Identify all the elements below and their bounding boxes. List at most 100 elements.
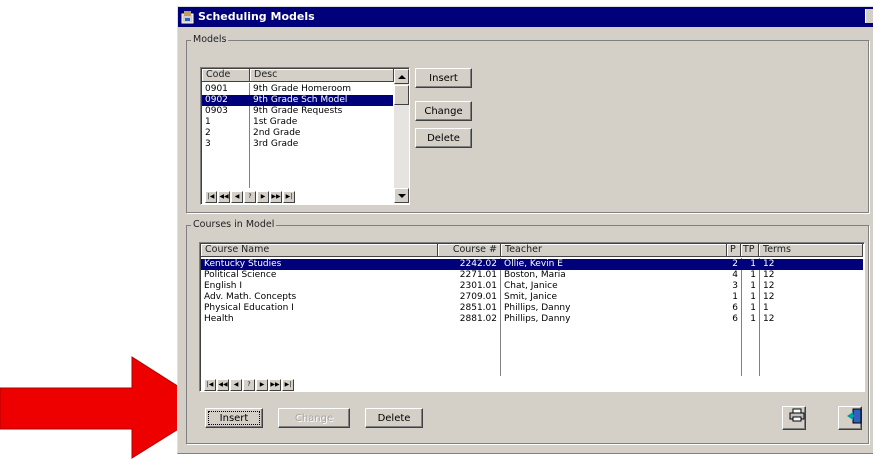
models-delete-button[interactable]: Delete — [415, 128, 472, 148]
window-title: Scheduling Models — [198, 10, 315, 23]
models-change-button[interactable]: Change — [415, 101, 472, 121]
course-period: 6 — [732, 303, 738, 313]
model-desc: 9th Grade Requests — [253, 106, 343, 116]
courses-header-name[interactable]: Course Name — [201, 244, 438, 257]
courses-group-label: Courses in Model — [193, 219, 275, 230]
table-row[interactable]: Health 2881.02 Phillips, Danny 6 1 12 — [201, 314, 863, 325]
skip-forward-icon[interactable]: ▶▶ — [269, 379, 281, 391]
courses-header-terms[interactable]: Terms — [759, 244, 863, 257]
close-icon[interactable] — [865, 9, 873, 23]
models-scrollbar[interactable] — [394, 69, 409, 203]
models-record-navigator: |◀ ◀◀ ◀? ▶ ▶▶ ▶| — [205, 191, 296, 203]
table-row[interactable]: Political Science 2271.01 Boston, Maria 4 1 1… — [201, 270, 863, 281]
models-header-code[interactable]: Code — [202, 69, 250, 82]
list-item[interactable]: 2 2nd Grade — [202, 128, 393, 139]
list-item[interactable]: 0902 9th Grade Sch Model — [202, 95, 393, 106]
courses-header-tp[interactable]: TP — [741, 244, 759, 257]
course-number: 2881.02 — [459, 314, 497, 324]
courses-list[interactable]: Course Name Course # Teacher P TP Terms … — [199, 242, 865, 392]
course-tp: 1 — [750, 292, 756, 302]
course-period: 4 — [732, 270, 738, 280]
course-tp: 1 — [750, 270, 756, 280]
table-row[interactable]: Kentucky Studies 2242.02 Ollie, Kevin E 2 11… — [201, 259, 863, 270]
course-teacher: Phillips, Danny — [504, 303, 571, 313]
help-icon[interactable]: ? — [243, 379, 255, 391]
scroll-down-button[interactable] — [394, 188, 409, 203]
help-icon[interactable]: ? — [244, 191, 256, 203]
course-teacher: Boston, Maria — [504, 270, 566, 280]
printer-icon — [789, 408, 805, 422]
course-teacher: Ollie, Kevin E — [504, 259, 563, 269]
first-record-icon[interactable]: |◀ — [204, 379, 216, 391]
course-number: 2851.01 — [459, 303, 497, 313]
course-terms: 12 — [763, 270, 775, 280]
exit-button[interactable] — [838, 406, 862, 430]
list-item[interactable]: 0901 9th Grade Homeroom — [202, 84, 393, 95]
next-record-icon[interactable]: ▶ — [257, 191, 269, 203]
course-name: Adv. Math. Concepts — [204, 292, 297, 302]
course-terms: 12 — [763, 314, 775, 324]
course-period: 3 — [732, 281, 738, 291]
course-teacher: Smit, Janice — [504, 292, 558, 302]
previous-record-icon[interactable]: ◀ — [230, 379, 242, 391]
model-desc: 2nd Grade — [253, 128, 301, 138]
scheduling-app-icon — [181, 10, 195, 24]
model-code: 1 — [205, 117, 211, 127]
table-row[interactable]: English I 2301.01 Chat, Janice 3 1 12 — [201, 281, 863, 292]
model-code: 0903 — [205, 106, 228, 116]
course-name: Political Science — [204, 270, 277, 280]
scroll-up-button[interactable] — [394, 69, 409, 84]
courses-change-button[interactable]: Change — [278, 408, 350, 428]
skip-back-icon[interactable]: ◀◀ — [217, 379, 229, 391]
list-item[interactable]: 1 1st Grade — [202, 117, 393, 128]
model-code: 3 — [205, 139, 211, 149]
models-insert-button[interactable]: Insert — [415, 68, 472, 88]
table-row[interactable]: Adv. Math. Concepts 2709.01 Smit, Janice 1 1… — [201, 292, 863, 303]
print-button[interactable] — [782, 406, 806, 430]
course-name: Health — [204, 314, 234, 324]
skip-back-icon[interactable]: ◀◀ — [218, 191, 230, 203]
courses-header-teacher[interactable]: Teacher — [501, 244, 727, 257]
model-code: 2 — [205, 128, 211, 138]
course-teacher: Phillips, Danny — [504, 314, 571, 324]
courses-header-p[interactable]: P — [727, 244, 741, 257]
skip-forward-icon[interactable]: ▶▶ — [270, 191, 282, 203]
model-desc: 3rd Grade — [253, 139, 299, 149]
chevron-up-icon — [397, 74, 406, 79]
course-tp: 1 — [750, 314, 756, 324]
models-list[interactable]: Code Desc 0901 9th Grade Homeroom 0902 9th … — [200, 67, 410, 205]
courses-delete-button[interactable]: Delete — [365, 408, 423, 428]
first-record-icon[interactable]: |◀ — [205, 191, 217, 203]
course-period: 6 — [732, 314, 738, 324]
exit-door-icon — [847, 408, 862, 424]
list-item[interactable]: 3 3rd Grade — [202, 139, 393, 150]
course-period: 1 — [732, 292, 738, 302]
next-record-icon[interactable]: ▶ — [256, 379, 268, 391]
models-group-label: Models — [193, 34, 227, 45]
scheduling-models-window: Scheduling Models Models Code Desc 0901 9… — [177, 6, 873, 454]
list-item[interactable]: 0903 9th Grade Requests — [202, 106, 393, 117]
title-bar: Scheduling Models — [178, 7, 873, 27]
previous-record-icon[interactable]: ◀ — [231, 191, 243, 203]
model-code: 0902 — [205, 95, 228, 105]
courses-record-navigator: |◀ ◀◀ ◀? ▶ ▶▶ ▶| — [204, 379, 295, 391]
chevron-down-icon — [397, 193, 406, 198]
course-number: 2271.01 — [459, 270, 497, 280]
course-period: 2 — [732, 259, 738, 269]
courses-header-number[interactable]: Course # — [438, 244, 501, 257]
models-header-desc[interactable]: Desc — [250, 69, 394, 82]
last-record-icon[interactable]: ▶| — [282, 379, 294, 391]
course-tp: 1 — [750, 259, 756, 269]
course-name: English I — [204, 281, 243, 291]
scroll-thumb[interactable] — [394, 85, 409, 105]
courses-insert-button[interactable]: Insert — [205, 408, 263, 428]
course-number: 2242.02 — [459, 259, 497, 269]
model-desc: 1st Grade — [253, 117, 298, 127]
course-terms: 12 — [763, 259, 775, 269]
model-code: 0901 — [205, 84, 228, 94]
course-tp: 1 — [750, 281, 756, 291]
model-desc: 9th Grade Homeroom — [253, 84, 351, 94]
course-number: 2301.01 — [459, 281, 497, 291]
last-record-icon[interactable]: ▶| — [283, 191, 295, 203]
table-row[interactable]: Physical Education I 2851.01 Phillips, Dan… — [201, 303, 863, 314]
